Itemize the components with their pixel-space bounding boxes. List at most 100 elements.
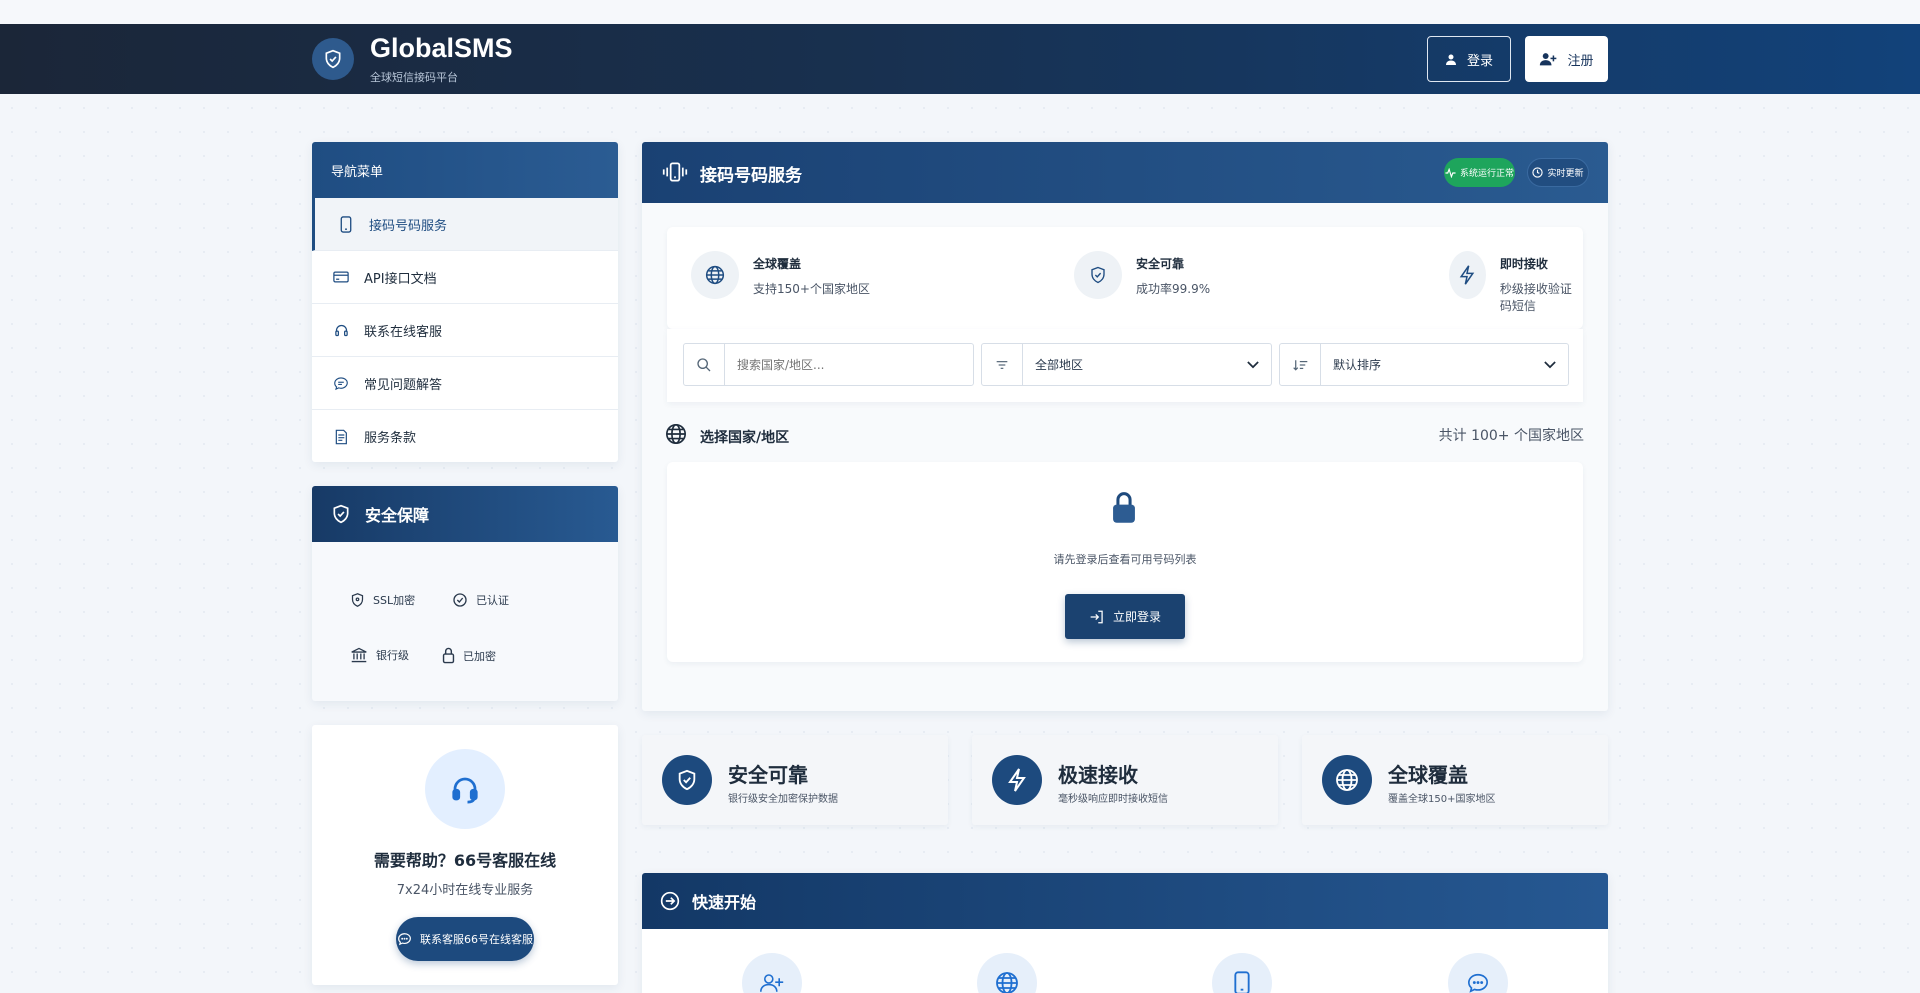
support-card: 需要帮助？66号客服在线 7x24小时在线专业服务 联系客服66号在线客服 (312, 725, 618, 985)
security-header: 安全保障 (312, 486, 618, 542)
chevron-down-icon (1247, 360, 1259, 369)
quickstart-card: 快速开始 (642, 873, 1608, 993)
brand-subtitle: 全球短信接码平台 (370, 71, 458, 84)
contact-support-button[interactable]: 联系客服66号在线客服 (396, 917, 534, 961)
sidebar-item-faq[interactable]: 常见问题解答 (312, 357, 618, 410)
badge-label: 已加密 (463, 649, 496, 663)
badge-label: 已认证 (476, 594, 509, 607)
region-filter-select[interactable]: 全部地区 (981, 343, 1272, 386)
lock-icon (1110, 490, 1138, 524)
stat-title: 全球覆盖 (1388, 763, 1468, 787)
badge-label: SSL加密 (373, 594, 416, 607)
sidebar-item-support[interactable]: 联系在线客服 (312, 304, 618, 357)
bank-icon (350, 647, 368, 663)
country-section-label: 选择国家/地区 (700, 430, 790, 446)
vibrating-phone-icon (662, 160, 688, 184)
sign-in-icon (1089, 610, 1105, 624)
stat-card-speed: 极速接收 毫秒级响应即时接收短信 (972, 735, 1278, 825)
region-filter-value: 全部地区 (1035, 358, 1084, 372)
top-strip (0, 0, 1920, 24)
globe-icon (665, 423, 687, 445)
security-card: 安全保障 SSL加密 已认证 银行级 已加密 (312, 486, 618, 701)
search-input[interactable] (737, 357, 961, 372)
search-box (683, 343, 974, 386)
support-subtitle: 7x24小时在线专业服务 (396, 883, 534, 898)
bolt-icon (1449, 251, 1486, 299)
feature-title: 全球覆盖 (753, 257, 802, 271)
user-icon (1445, 53, 1457, 66)
sidebar-item-numbers[interactable]: 接码号码服务 (312, 198, 618, 251)
numbers-panel: 接码号码服务 系统运行正常 实时更新 全球覆盖支持150+个国家地区 安全可靠成… (642, 142, 1608, 711)
sort-select[interactable]: 默认排序 (1279, 343, 1569, 386)
badge-label: 银行级 (376, 649, 409, 662)
user-plus-icon (742, 953, 802, 993)
brand-title: GlobalSMS (370, 33, 513, 63)
stat-card-global: 全球覆盖 覆盖全球150+国家地区 (1302, 735, 1608, 825)
time-label: 实时更新 (1547, 169, 1584, 179)
stat-desc: 覆盖全球150+国家地区 (1388, 794, 1496, 805)
feature-strip: 全球覆盖支持150+个国家地区 安全可靠成功率99.9% 即时接收 秒级接收验证码… (667, 227, 1583, 329)
support-button-label: 联系客服66号在线客服 (420, 933, 533, 946)
logo-shield-icon (312, 38, 354, 80)
filter-bar: 全部地区 默认排序 (667, 329, 1583, 402)
feature-desc: 成功率99.9% (1136, 282, 1211, 296)
country-count: 共计 100+ 个国家地区 (1438, 428, 1584, 444)
panel-header: 接码号码服务 系统运行正常 实时更新 (642, 142, 1608, 203)
globe-icon (691, 251, 739, 299)
badge-encrypted: 已加密 (442, 647, 496, 664)
status-label: 系统运行正常 (1459, 169, 1514, 179)
shield-icon (662, 755, 712, 805)
clock-icon (1532, 167, 1544, 178)
shield-icon (1074, 251, 1122, 299)
badge-ssl: SSL加密 (350, 592, 415, 608)
filter-icon (982, 344, 1023, 385)
search-icon (684, 344, 725, 385)
stat-desc: 毫秒级响应即时接收短信 (1058, 794, 1168, 805)
headset-icon (425, 749, 505, 829)
feature-desc: 秒级接收验证码短信 (1499, 282, 1572, 313)
stat-card-secure: 安全可靠 银行级安全加密保护数据 (642, 735, 948, 825)
register-button[interactable]: 注册 (1525, 36, 1608, 82)
feature-global: 全球覆盖支持150+个国家地区 (691, 251, 870, 299)
sort-icon (1280, 344, 1321, 385)
badge-certified: 已认证 (452, 592, 509, 608)
sidebar-nav: 导航菜单 接码号码服务 API接口文档 联系在线客服 常见问题解答 服务条款 (312, 142, 618, 462)
feature-instant: 即时接收 秒级接收验证码短信 (1449, 251, 1583, 314)
sidebar-item-label: 常见问题解答 (364, 377, 443, 393)
sidebar-item-api[interactable]: API接口文档 (312, 251, 618, 304)
shield-icon (331, 503, 351, 525)
feature-title: 安全可靠 (1136, 257, 1185, 271)
badge-bank: 银行级 (350, 647, 409, 663)
realtime-badge: 实时更新 (1527, 158, 1589, 187)
locked-number-list: 请先登录后查看可用号码列表 立即登录 (667, 462, 1583, 662)
sidebar-item-label: 联系在线客服 (364, 324, 443, 340)
login-now-button[interactable]: 立即登录 (1065, 594, 1185, 639)
sort-value: 默认排序 (1333, 358, 1382, 372)
card-icon (332, 268, 350, 286)
sidebar-item-label: 接码号码服务 (369, 218, 448, 234)
stat-title: 安全可靠 (728, 763, 808, 787)
sidebar-item-terms[interactable]: 服务条款 (312, 410, 618, 462)
quickstart-header: 快速开始 (642, 873, 1608, 929)
headset-icon (332, 321, 350, 339)
user-plus-icon (1539, 52, 1557, 66)
check-circle-icon (452, 592, 468, 608)
lock-icon (442, 647, 455, 664)
support-title: 需要帮助？66号客服在线 (373, 851, 557, 870)
security-title: 安全保障 (365, 506, 430, 525)
register-label: 注册 (1567, 53, 1594, 69)
sidebar-item-label: API接口文档 (364, 271, 437, 287)
system-status-badge: 系统运行正常 (1444, 158, 1515, 187)
phone-icon (1212, 953, 1272, 993)
document-icon (332, 428, 350, 446)
stat-desc: 银行级安全加密保护数据 (728, 794, 838, 805)
feature-desc: 支持150+个国家地区 (753, 282, 870, 296)
bolt-icon (992, 755, 1042, 805)
panel-title: 接码号码服务 (700, 166, 802, 186)
login-button[interactable]: 登录 (1427, 36, 1511, 82)
chevron-down-icon (1544, 360, 1556, 369)
quickstart-title: 快速开始 (692, 893, 757, 912)
phone-icon (337, 215, 355, 233)
stat-title: 极速接收 (1058, 763, 1138, 787)
globe-icon (977, 953, 1037, 993)
